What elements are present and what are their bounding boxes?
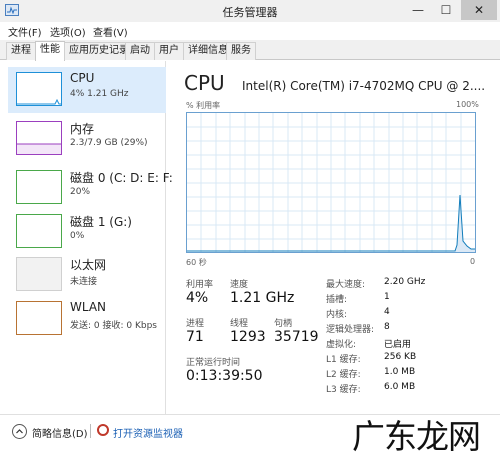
tab-bar: 进程 性能 应用历史记录 启动 用户 详细信息 服务 xyxy=(0,40,500,61)
close-button[interactable]: ✕ xyxy=(461,0,497,20)
sidebar-item-detail: 2.3/7.9 GB (29%) xyxy=(70,138,148,148)
maximize-button[interactable]: ☐ xyxy=(433,0,459,20)
processes-label: 进程 xyxy=(186,319,205,329)
cpu-model: Intel(R) Core(TM) i7-4702MQ CPU @ 2.... xyxy=(242,79,486,93)
sidebar-item-detail: 4% 1.21 GHz xyxy=(70,89,129,99)
tab-services[interactable]: 服务 xyxy=(226,42,256,60)
sidebar-item-ethernet[interactable]: 以太网 未连接 xyxy=(8,252,166,298)
cpu-detail-panel: CPU Intel(R) Core(TM) i7-4702MQ CPU @ 2.… xyxy=(172,61,486,414)
footer-divider xyxy=(90,424,91,438)
disk-0-thumbnail xyxy=(16,170,62,204)
sidebar-item-memory[interactable]: 内存 2.3/7.9 GB (29%) xyxy=(8,116,166,162)
sidebar-item-detail: 未连接 xyxy=(70,277,98,287)
time-axis-label: 60 秒 xyxy=(186,258,207,267)
open-resource-monitor-link[interactable]: 打开资源监视器 xyxy=(113,425,183,440)
spec-value: 1 xyxy=(384,292,390,302)
handles-label: 句柄 xyxy=(274,319,293,329)
title-bar: 任务管理器 — ☐ ✕ xyxy=(0,0,500,22)
sidebar-item-label: WLAN xyxy=(70,300,107,314)
spec-key: L1 缓存: xyxy=(326,355,361,365)
menu-bar: 文件(F) 选项(O) 查看(V) xyxy=(0,22,500,40)
zero-axis-label: 0 xyxy=(470,257,476,266)
sidebar-item-disk-0[interactable]: 磁盘 0 (C: D: E: F: 20% xyxy=(8,165,173,211)
spec-value: 256 KB xyxy=(384,352,417,362)
handles-value: 35719 xyxy=(274,329,319,345)
sidebar-item-wlan[interactable]: WLAN 发送: 0 接收: 0 Kbps xyxy=(8,296,166,342)
watermark-text: 广东龙网 xyxy=(352,417,481,455)
spec-value: 4 xyxy=(384,307,390,317)
memory-thumbnail xyxy=(16,121,62,155)
threads-value: 1293 xyxy=(230,329,266,345)
utilization-label: 利用率 xyxy=(186,280,214,290)
menu-file[interactable]: 文件(F) xyxy=(8,24,42,39)
cpu-graph-svg xyxy=(187,113,475,252)
resource-sidebar: CPU 4% 1.21 GHz 内存 2.3/7.9 GB (29%) 磁盘 0… xyxy=(0,61,173,414)
spec-key: 插槽: xyxy=(326,295,348,305)
sidebar-item-label: 内存 xyxy=(70,122,95,136)
tab-startup[interactable]: 启动 xyxy=(125,42,155,60)
spec-key: L3 缓存: xyxy=(326,385,361,395)
spec-key: 虚拟化: xyxy=(326,340,357,350)
resource-monitor-icon xyxy=(97,424,109,436)
fewer-details-button[interactable]: 简略信息(D) xyxy=(32,425,88,440)
sidebar-item-label: 磁盘 0 (C: D: E: F: xyxy=(70,171,173,185)
spec-key: 逻辑处理器: xyxy=(326,325,375,335)
spec-value: 8 xyxy=(384,322,390,332)
tab-processes[interactable]: 进程 xyxy=(6,42,36,60)
sidebar-item-detail: 0% xyxy=(70,231,85,241)
sidebar-item-label: 磁盘 1 (G:) xyxy=(70,215,132,229)
cpu-usage-graph xyxy=(186,112,476,253)
tab-users[interactable]: 用户 xyxy=(154,42,184,60)
menu-view[interactable]: 查看(V) xyxy=(93,24,128,39)
utilization-axis-label: % 利用率 xyxy=(186,101,221,110)
spec-value: 6.0 MB xyxy=(384,382,416,392)
tab-app-history[interactable]: 应用历史记录 xyxy=(64,42,134,60)
minimize-button[interactable]: — xyxy=(405,0,431,20)
uptime-label: 正常运行时间 xyxy=(186,358,241,368)
spec-value: 2.20 GHz xyxy=(384,277,426,287)
threads-label: 线程 xyxy=(230,319,249,329)
sidebar-item-cpu[interactable]: CPU 4% 1.21 GHz xyxy=(8,67,166,113)
utilization-value: 4% xyxy=(186,290,209,306)
sidebar-item-disk-1[interactable]: 磁盘 1 (G:) 0% xyxy=(8,209,166,255)
speed-label: 速度 xyxy=(230,280,249,290)
speed-value: 1.21 GHz xyxy=(230,290,295,306)
sidebar-item-label: 以太网 xyxy=(70,258,107,272)
sidebar-item-detail: 发送: 0 接收: 0 Kbps xyxy=(70,321,157,331)
page-title: CPU xyxy=(184,71,225,95)
spec-key: L2 缓存: xyxy=(326,370,361,380)
spec-key: 最大速度: xyxy=(326,280,366,290)
sidebar-item-detail: 20% xyxy=(70,187,91,197)
spec-value: 已启用 xyxy=(384,340,412,350)
spec-key: 内核: xyxy=(326,310,348,320)
uptime-value: 0:13:39:50 xyxy=(186,368,263,384)
disk-1-thumbnail xyxy=(16,214,62,248)
wlan-thumbnail xyxy=(16,301,62,335)
spec-value: 1.0 MB xyxy=(384,367,416,377)
ethernet-thumbnail xyxy=(16,257,62,291)
sidebar-item-label: CPU xyxy=(70,71,95,85)
processes-value: 71 xyxy=(186,329,204,345)
max-axis-label: 100% xyxy=(456,100,479,109)
chevron-up-icon[interactable] xyxy=(12,424,27,439)
cpu-thumbnail xyxy=(16,72,62,106)
menu-options[interactable]: 选项(O) xyxy=(50,24,86,39)
tab-performance[interactable]: 性能 xyxy=(35,41,65,61)
